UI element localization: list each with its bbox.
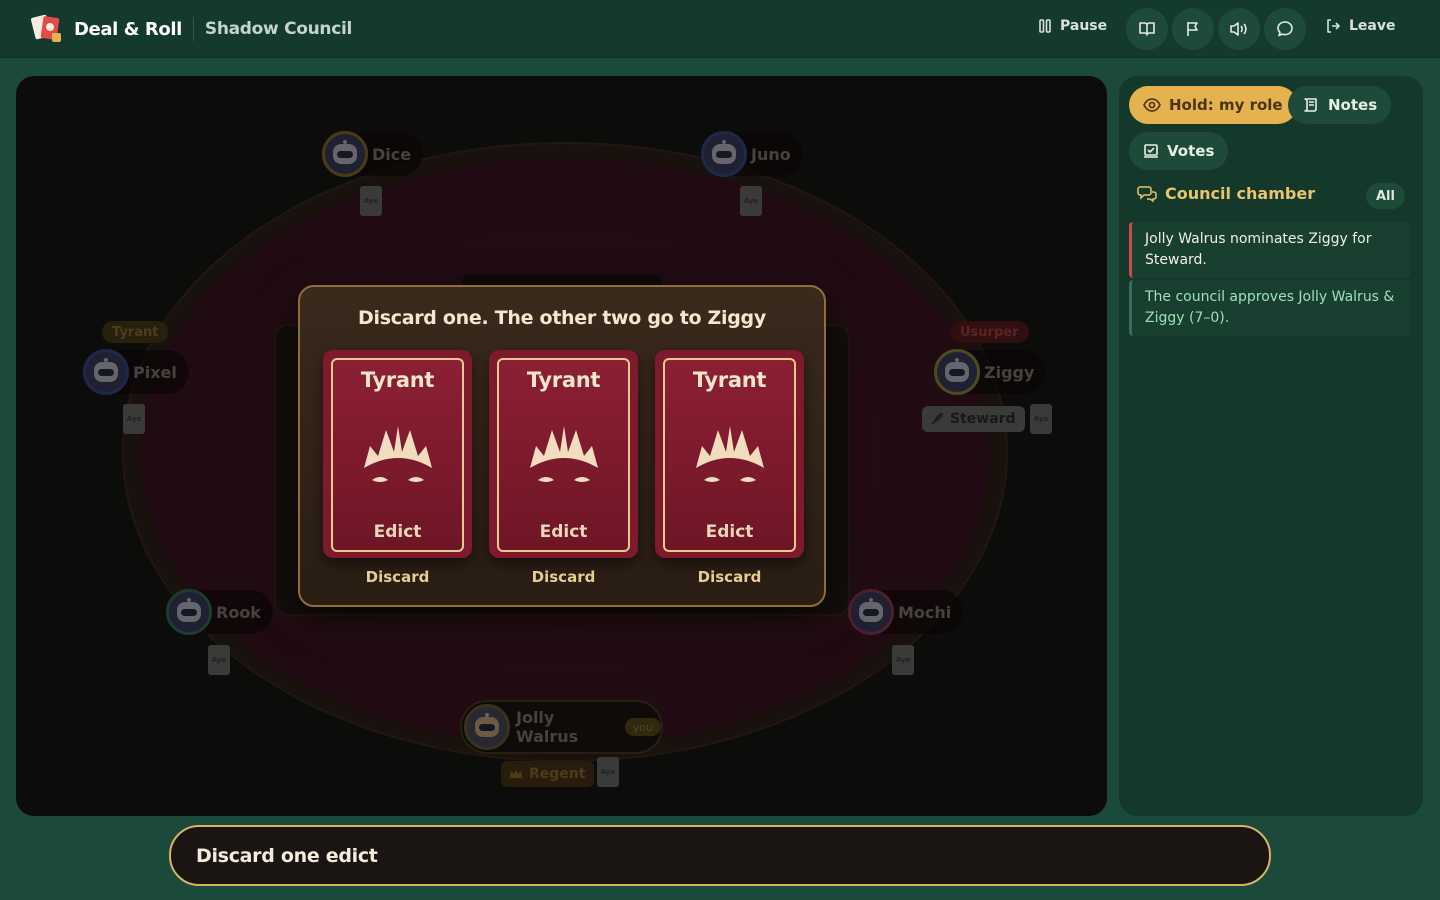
discard-button[interactable]: Discard — [489, 568, 638, 586]
card-subtitle: Edict — [539, 522, 588, 542]
rulebook-icon — [1139, 22, 1155, 36]
chamber-title: Council chamber — [1165, 184, 1316, 203]
game-board: Dice Aye Juno Aye Tyrant Pixel Aye Usurp… — [16, 76, 1107, 816]
speech-bubbles-icon — [1137, 185, 1157, 202]
chat-button[interactable] — [1264, 8, 1306, 50]
leave-label: Leave — [1349, 18, 1396, 34]
votes-label: Votes — [1167, 142, 1215, 160]
edict-card[interactable]: Tyrant Edict — [655, 350, 804, 558]
discard-button[interactable]: Discard — [323, 568, 472, 586]
edict-card[interactable]: Tyrant Edict — [489, 350, 638, 558]
votes-tab[interactable]: Votes — [1129, 132, 1229, 170]
card-title: Tyrant — [692, 368, 767, 392]
tyrant-crown-icon — [364, 426, 432, 482]
tyrant-crown-icon — [696, 426, 764, 482]
rulebook-button[interactable] — [1126, 8, 1168, 50]
pause-label: Pause — [1060, 18, 1108, 34]
brand-name: Deal & Roll — [74, 18, 182, 40]
card-subtitle: Edict — [373, 522, 422, 542]
tyrant-crown-icon — [530, 426, 598, 482]
ballot-icon — [1144, 144, 1158, 158]
edict-card[interactable]: Tyrant Edict — [323, 350, 472, 558]
pause-icon — [1039, 19, 1051, 33]
log-entry: Jolly Walrus nominates Ziggy for Steward… — [1129, 222, 1410, 278]
divider — [192, 17, 194, 41]
filter-all-button[interactable]: All — [1366, 183, 1405, 209]
side-panel: Hold: my role Notes Votes Council chambe… — [1119, 76, 1423, 816]
card-title: Tyrant — [526, 368, 601, 392]
eye-icon — [1143, 98, 1161, 112]
hold-my-role-button[interactable]: Hold: my role — [1129, 86, 1297, 124]
modal-title: Discard one. The other two go to Ziggy — [358, 307, 766, 329]
log-entry: The council approves Jolly Walrus & Zigg… — [1129, 280, 1410, 336]
top-bar: Deal & Roll Shadow Council Pause Leave — [0, 0, 1440, 58]
card-subtitle: Edict — [705, 522, 754, 542]
card-title: Tyrant — [360, 368, 435, 392]
notes-label: Notes — [1328, 96, 1378, 114]
leave-button[interactable]: Leave — [1325, 18, 1395, 34]
card-face: Tyrant Edict — [497, 358, 630, 552]
chamber-header: Council chamber — [1137, 184, 1315, 203]
discard-modal: Discard one. The other two go to Ziggy T… — [298, 285, 826, 607]
action-prompt-bar: Discard one edict — [169, 825, 1271, 886]
leave-icon — [1327, 19, 1340, 33]
sound-icon — [1230, 22, 1247, 36]
discard-button[interactable]: Discard — [655, 568, 804, 586]
card-face: Tyrant Edict — [331, 358, 464, 552]
scroll-icon — [1304, 98, 1317, 112]
hold-label: Hold: my role — [1169, 96, 1283, 114]
chat-icon — [1277, 21, 1293, 37]
pause-button[interactable]: Pause — [1038, 18, 1107, 34]
brand[interactable]: Deal & Roll Shadow Council — [30, 14, 352, 44]
sound-button[interactable] — [1218, 8, 1260, 50]
card-face: Tyrant Edict — [663, 358, 796, 552]
playing-cards-logo-icon — [30, 14, 66, 44]
notes-tab[interactable]: Notes — [1288, 86, 1392, 124]
game-name: Shadow Council — [204, 19, 353, 39]
flag-icon — [1187, 22, 1198, 36]
flag-button[interactable] — [1172, 8, 1214, 50]
